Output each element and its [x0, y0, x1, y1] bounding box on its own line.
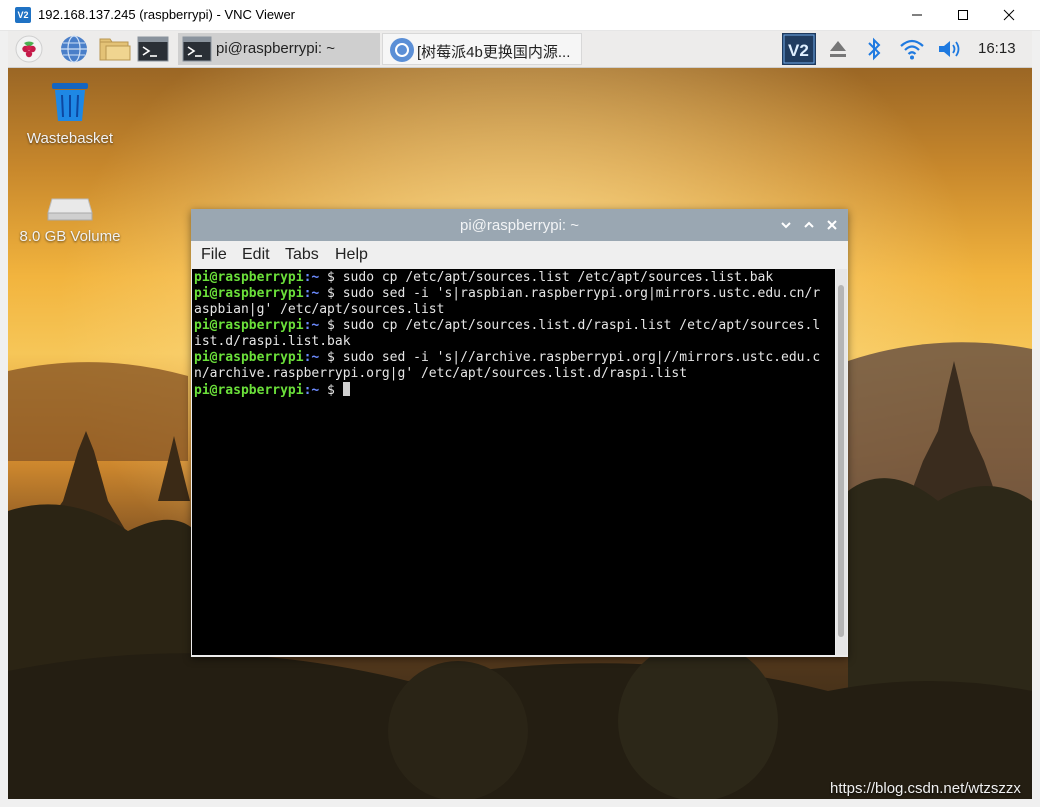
terminal-menubar: File Edit Tabs Help	[191, 241, 848, 269]
menu-file[interactable]: File	[201, 246, 227, 264]
clock[interactable]: 16:13	[978, 40, 1016, 57]
scrollbar-thumb[interactable]	[838, 285, 844, 637]
taskbar: pi@raspberrypi: ~ [树莓派4b更换国内源... V2 16:1…	[8, 31, 1032, 68]
terminal-line: pi@raspberrypi:~ $ sudo sed -i 's|//arch…	[194, 350, 820, 366]
prompt-user: pi@raspberrypi	[194, 286, 304, 301]
task-label: [树莓派4b更换国内源...	[417, 44, 571, 61]
eject-icon[interactable]	[826, 33, 850, 65]
volume-icon[interactable]	[936, 33, 966, 65]
bluetooth-icon[interactable]	[863, 33, 885, 65]
task-browser[interactable]: [树莓派4b更换国内源...	[382, 33, 582, 65]
terminal-maximize-button[interactable]	[801, 217, 817, 233]
command-text: $ sudo cp /etc/apt/sources.list.d/raspi.…	[319, 318, 821, 333]
vnc-icon[interactable]: V2	[782, 33, 816, 65]
svg-text:V2: V2	[788, 41, 809, 60]
terminal-title: pi@raspberrypi: ~	[459, 217, 580, 234]
prompt-user: pi@raspberrypi	[194, 383, 304, 398]
desktop-volume[interactable]: 8.0 GB Volume	[10, 193, 130, 245]
command-text: $	[319, 383, 343, 398]
file-manager-icon[interactable]	[98, 34, 131, 64]
terminal-line: pi@raspberrypi:~ $ sudo cp /etc/apt/sour…	[194, 318, 820, 334]
desktop-icon-label: 8.0 GB Volume	[19, 228, 121, 245]
remote-desktop[interactable]: pi@raspberrypi: ~ [树莓派4b更换国内源... V2 16:1…	[8, 31, 1032, 799]
watermark: https://blog.csdn.net/wtzszzx	[830, 780, 1021, 797]
prompt-user: pi@raspberrypi	[194, 318, 304, 333]
chromium-icon	[389, 37, 415, 67]
terminal-close-button[interactable]	[824, 217, 840, 233]
prompt-user: pi@raspberrypi	[194, 350, 304, 365]
terminal-icon	[182, 36, 212, 66]
terminal-launcher-icon[interactable]	[137, 34, 169, 64]
terminal-output[interactable]: pi@raspberrypi:~ $ sudo cp /etc/apt/sour…	[192, 269, 835, 655]
maximize-button[interactable]	[940, 0, 986, 30]
vnc-app-icon: V2	[15, 7, 31, 23]
terminal-line: aspbian|g' /etc/apt/sources.list	[194, 302, 820, 318]
command-text: $ sudo sed -i 's|//archive.raspberrypi.o…	[319, 350, 821, 365]
terminal-line: pi@raspberrypi:~ $ sudo sed -i 's|raspbi…	[194, 286, 820, 302]
prompt-path: :~	[303, 318, 320, 333]
task-label: pi@raspberrypi: ~	[216, 40, 336, 57]
desktop-wastebasket[interactable]: Wastebasket	[10, 77, 130, 147]
command-text: n/archive.raspberrypi.org|g' /etc/apt/so…	[194, 366, 688, 381]
command-text: $ sudo sed -i 's|raspbian.raspberrypi.or…	[319, 286, 821, 301]
prompt-path: :~	[303, 286, 320, 301]
menu-edit[interactable]: Edit	[242, 246, 270, 264]
prompt-user: pi@raspberrypi	[194, 270, 304, 285]
terminal-line: pi@raspberrypi:~ $ sudo cp /etc/apt/sour…	[194, 270, 820, 286]
terminal-window[interactable]: pi@raspberrypi: ~ File Edit Tabs Help pi…	[191, 209, 848, 657]
task-terminal[interactable]: pi@raspberrypi: ~	[178, 33, 380, 65]
terminal-minimize-button[interactable]	[778, 217, 794, 233]
terminal-scrollbar[interactable]	[836, 269, 847, 655]
prompt-path: :~	[303, 270, 320, 285]
wastebasket-icon	[10, 77, 130, 130]
desktop-icon-label: Wastebasket	[26, 130, 114, 147]
raspberry-menu-icon[interactable]	[14, 34, 44, 64]
prompt-path: :~	[303, 350, 320, 365]
drive-icon	[10, 193, 130, 228]
command-text: aspbian|g' /etc/apt/sources.list	[194, 302, 445, 317]
menu-tabs[interactable]: Tabs	[285, 246, 319, 264]
terminal-line: pi@raspberrypi:~ $	[194, 382, 820, 399]
minimize-button[interactable]	[894, 0, 940, 30]
wifi-icon[interactable]	[898, 33, 926, 65]
vnc-window-titlebar: V2 192.168.137.245 (raspberrypi) - VNC V…	[0, 0, 1040, 31]
prompt-path: :~	[303, 383, 320, 398]
close-button[interactable]	[986, 0, 1032, 30]
web-browser-icon[interactable]	[59, 34, 89, 64]
terminal-line: ist.d/raspi.list.bak	[194, 334, 820, 350]
terminal-line: n/archive.raspberrypi.org|g' /etc/apt/so…	[194, 366, 820, 382]
command-text: $ sudo cp /etc/apt/sources.list /etc/apt…	[319, 270, 774, 285]
terminal-lines: pi@raspberrypi:~ $ sudo cp /etc/apt/sour…	[194, 270, 820, 399]
command-text: ist.d/raspi.list.bak	[194, 334, 351, 349]
terminal-titlebar[interactable]: pi@raspberrypi: ~	[191, 209, 848, 241]
menu-help[interactable]: Help	[335, 246, 368, 264]
window-title: 192.168.137.245 (raspberrypi) - VNC View…	[38, 7, 296, 22]
terminal-cursor	[342, 382, 350, 396]
